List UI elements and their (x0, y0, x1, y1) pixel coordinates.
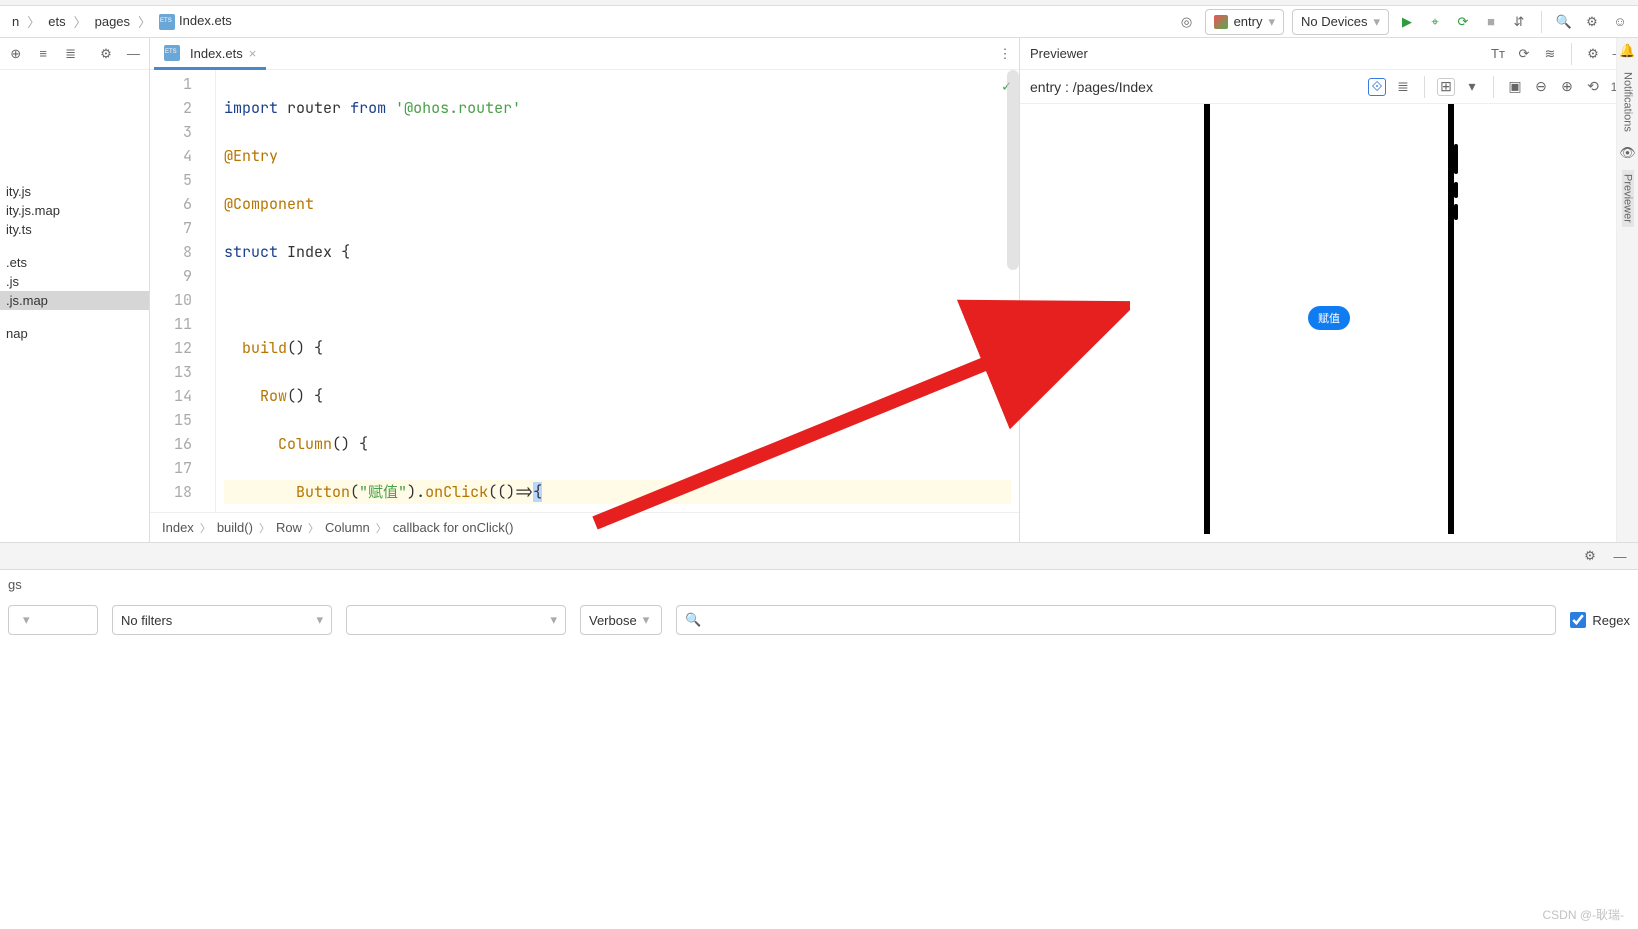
separator (1541, 11, 1542, 33)
zoom-out-icon[interactable]: ⊖ (1532, 78, 1550, 96)
log-panel-head: ⚙ — (0, 542, 1638, 570)
regex-label: Regex (1592, 613, 1630, 628)
process-select[interactable]: ▾ (8, 605, 98, 635)
collapse-icon[interactable]: ≣ (61, 44, 80, 64)
ets-file-icon (164, 45, 180, 61)
log-filters: ▾ No filters▾ ▾ Verbose▾ 🔍 Regex (0, 598, 1638, 642)
crop-icon[interactable]: ▣ (1506, 78, 1524, 96)
file-item[interactable]: nap (0, 324, 149, 343)
rotate-icon[interactable]: ⟲ (1584, 78, 1602, 96)
devices-select[interactable]: No Devices ▾ (1292, 9, 1389, 35)
module-label: entry (1234, 14, 1263, 29)
notifications-tab[interactable]: Notifications (1622, 68, 1634, 136)
preview-canvas[interactable]: 赋值 (1020, 104, 1638, 542)
toolbar-right: ◎ entry ▾ No Devices ▾ ▶ ⌖ ⟳ ■ ⇵ 🔍 ⚙ ☺ (1177, 9, 1630, 35)
file-item[interactable]: .ets (0, 253, 149, 272)
gear-icon[interactable]: ⚙ (96, 44, 115, 64)
user-icon[interactable]: ☺ (1610, 12, 1630, 32)
grid-icon[interactable]: ⊞ (1437, 78, 1455, 96)
search-icon: 🔍 (685, 612, 701, 628)
previewer-subheader: entry : /pages/Index ⟐ ≣ ⊞ ▾ ▣ ⊖ ⊕ ⟲ 1:1 (1020, 70, 1638, 104)
level-select[interactable]: Verbose▾ (580, 605, 662, 635)
tab-label: Index.ets (190, 46, 243, 61)
path-breadcrumb: n〉 ets〉 pages〉 Index.ets (8, 11, 236, 32)
target-icon[interactable]: ◎ (1177, 12, 1197, 32)
previewer-tab[interactable]: Previewer (1622, 170, 1634, 227)
code-editor[interactable]: 1234 5678 9101112 13141516 1718 import r… (150, 70, 1019, 512)
file-tree[interactable]: ity.js ity.js.map ity.ts .ets .js .js.ma… (0, 70, 149, 542)
log-tabs[interactable]: gs (0, 570, 1638, 598)
regex-checkbox[interactable] (1570, 612, 1586, 628)
stop-icon[interactable]: ■ (1481, 12, 1501, 32)
main-split: ⊕ ≡ ≣ ⚙ — ity.js ity.js.map ity.ts .ets … (0, 38, 1638, 542)
sidebar-tools: ⊕ ≡ ≣ ⚙ — (0, 38, 149, 70)
more-icon[interactable]: ⋮ (995, 44, 1015, 64)
log-search[interactable]: 🔍 (676, 605, 1556, 635)
gear-icon[interactable]: ⚙ (1584, 45, 1602, 63)
debug-icon[interactable]: ⌖ (1425, 12, 1445, 32)
previewer-title: Previewer (1030, 46, 1088, 61)
refresh-icon[interactable]: ⟳ (1515, 45, 1533, 63)
file-item[interactable]: ity.ts (0, 220, 149, 239)
file-item-selected[interactable]: .js.map (0, 291, 149, 310)
tag-select[interactable]: ▾ (346, 605, 566, 635)
crumb-file[interactable]: Index.ets (155, 11, 236, 32)
device-frame: 赋值 (1204, 104, 1454, 534)
previewer-panel: Previewer Tт ⟳ ≋ ⚙ — entry : /pages/Inde… (1020, 38, 1638, 542)
bell-icon[interactable]: 🔔 (1619, 42, 1637, 60)
gear-icon[interactable]: ⚙ (1582, 12, 1602, 32)
close-icon[interactable]: × (249, 46, 257, 61)
code-breadcrumb[interactable]: Index〉 build()〉 Row〉 Column〉 callback fo… (150, 512, 1019, 542)
editor-column: Index.ets × ⋮ 1234 5678 9101112 13141516… (150, 38, 1020, 542)
file-item[interactable]: ity.js.map (0, 201, 149, 220)
module-select[interactable]: entry ▾ (1205, 9, 1284, 35)
layers-icon[interactable]: ≋ (1541, 45, 1559, 63)
file-item[interactable]: ity.js (0, 182, 149, 201)
tab-index-ets[interactable]: Index.ets × (154, 39, 266, 70)
file-item[interactable]: .js (0, 272, 149, 291)
regex-toggle[interactable]: Regex (1570, 612, 1630, 628)
chevron-right-icon: 〉 (74, 12, 87, 31)
module-icon (1214, 15, 1228, 29)
devices-label: No Devices (1301, 14, 1367, 29)
project-sidebar: ⊕ ≡ ≣ ⚙ — ity.js ity.js.map ity.ts .ets … (0, 38, 150, 542)
text-zoom-icon[interactable]: Tт (1489, 45, 1507, 63)
preview-path: entry : /pages/Index (1030, 79, 1153, 95)
minimize-icon[interactable]: — (124, 44, 143, 64)
watermark: CSDN @-耿瑞- (1542, 906, 1624, 923)
inspector-icon[interactable]: ⟐ (1368, 78, 1386, 96)
code-area[interactable]: import router from '@ohos.router' @Entry… (216, 70, 1019, 512)
nav-line: n〉 ets〉 pages〉 Index.ets ◎ entry ▾ No De… (0, 6, 1638, 38)
crumb-pages[interactable]: pages (91, 12, 134, 31)
chevron-right-icon: 〉 (27, 12, 40, 31)
crumb-ets[interactable]: ets (44, 12, 69, 31)
run-icon[interactable]: ▶ (1397, 12, 1417, 32)
search-icon[interactable]: 🔍 (1554, 12, 1574, 32)
filter-select[interactable]: No filters▾ (112, 605, 332, 635)
ets-file-icon (159, 14, 175, 30)
chevron-down-icon: ▾ (1373, 14, 1380, 30)
scrollbar[interactable] (1007, 70, 1019, 270)
chevron-down-icon: ▾ (1268, 14, 1275, 30)
select-opened-file-icon[interactable]: ⊕ (6, 44, 25, 64)
crumb-file-label: Index.ets (179, 13, 232, 28)
editor-tabs: Index.ets × ⋮ (150, 38, 1019, 70)
eye-icon[interactable]: 👁 (1619, 144, 1637, 162)
minimize-icon[interactable]: — (1610, 546, 1630, 566)
expand-icon[interactable]: ≡ (33, 44, 52, 64)
profile-icon[interactable]: ⟳ (1453, 12, 1473, 32)
chevron-right-icon: 〉 (138, 12, 151, 31)
gutter: 1234 5678 9101112 13141516 1718 (150, 70, 202, 512)
right-rail: 🔔 Notifications 👁 Previewer (1616, 38, 1638, 542)
preview-button[interactable]: 赋值 (1308, 306, 1350, 330)
gear-icon[interactable]: ⚙ (1580, 546, 1600, 566)
stack-icon[interactable]: ≣ (1394, 78, 1412, 96)
zoom-in-icon[interactable]: ⊕ (1558, 78, 1576, 96)
crumb-root[interactable]: n (8, 12, 23, 31)
chevron-down-icon[interactable]: ▾ (1463, 78, 1481, 96)
sync-icon[interactable]: ⇵ (1509, 12, 1529, 32)
previewer-header: Previewer Tт ⟳ ≋ ⚙ — (1020, 38, 1638, 70)
fold-gutter[interactable] (202, 70, 216, 512)
